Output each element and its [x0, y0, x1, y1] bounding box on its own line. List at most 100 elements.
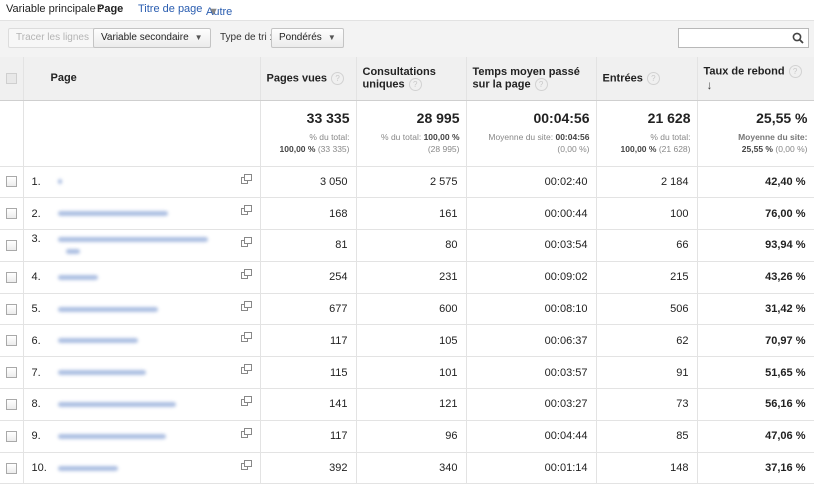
secondary-dimension-label: Variable secondaire	[101, 32, 189, 43]
page-link[interactable]	[57, 179, 62, 185]
row-checkbox[interactable]	[5, 303, 17, 315]
total-time-avg: 00:04:56	[555, 131, 590, 142]
row-index: 6.	[31, 334, 41, 347]
row-checkbox[interactable]	[5, 239, 17, 251]
bounce-cell: 93,94 %	[697, 229, 814, 262]
col-header-pageviews[interactable]: Pages vues?	[260, 57, 357, 101]
bounce-cell: 43,26 %	[697, 261, 814, 294]
open-external-icon[interactable]	[240, 173, 252, 184]
bounce-cell: 76,00 %	[697, 197, 814, 231]
table-search-input[interactable]	[678, 28, 809, 48]
bounce-cell: 47,06 %	[697, 420, 814, 453]
page-link[interactable]	[57, 306, 158, 312]
open-external-icon[interactable]	[240, 364, 252, 375]
pageviews-cell: 677	[260, 293, 357, 326]
sort-type-label: Type de tri :	[220, 32, 273, 43]
open-external-icon[interactable]	[240, 396, 252, 407]
row-checkbox[interactable]	[5, 430, 17, 442]
entrances-cell: 100	[596, 197, 698, 231]
table-row[interactable]: 6. 117 105 00:06:37 62 70,97 %	[0, 324, 814, 358]
row-index: 8.	[31, 398, 41, 411]
table-row[interactable]: 3. 81 80 00:03:54 66 93,94 %	[0, 229, 814, 262]
help-icon[interactable]: ?	[788, 64, 802, 78]
table-row[interactable]: 4. 254 231 00:09:02 215 43,26 %	[0, 261, 814, 294]
open-external-icon[interactable]	[240, 459, 252, 470]
total-unique-pct-label: % du total:	[381, 131, 422, 142]
table-row[interactable]: 1. 3 050 2 575 00:02:40 2 184 42,40 %	[0, 166, 814, 199]
row-index: 9.	[31, 430, 41, 443]
plot-rows-button[interactable]: Tracer les lignes	[8, 28, 97, 48]
chevron-down-icon: ▼	[327, 33, 336, 42]
page-link[interactable]	[57, 338, 138, 344]
row-checkbox[interactable]	[5, 271, 17, 283]
data-table: Page Pages vues? Consultations uniques? …	[0, 57, 814, 485]
help-icon[interactable]: ?	[408, 77, 422, 91]
totals-row: 33 335 % du total: 100,00 % (33 335) 28 …	[0, 100, 814, 167]
chevron-down-icon: ▼	[194, 33, 203, 42]
sort-type-value: Pondérés	[279, 32, 322, 43]
row-checkbox[interactable]	[5, 398, 17, 410]
open-external-icon[interactable]	[240, 268, 252, 279]
row-checkbox[interactable]	[5, 367, 17, 379]
row-checkbox[interactable]	[5, 176, 17, 188]
col-header-unique-label: Consultations uniques	[362, 65, 436, 91]
page-link-wrap[interactable]	[65, 249, 80, 255]
total-time-avg-label: Moyenne du site:	[488, 131, 554, 142]
col-header-time[interactable]: Temps moyen passé sur la page?	[466, 57, 597, 101]
help-icon[interactable]: ?	[534, 77, 548, 91]
unique-cell: 340	[356, 452, 467, 485]
row-checkbox[interactable]	[5, 335, 17, 347]
select-all-cell	[0, 57, 24, 101]
page-link[interactable]	[57, 433, 166, 439]
page-cell: 4.	[23, 261, 261, 294]
time-cell: 00:03:57	[466, 356, 597, 390]
table-row[interactable]: 2. 168 161 00:00:44 100 76,00 %	[0, 197, 814, 231]
page-link[interactable]	[57, 370, 146, 376]
select-all-checkbox[interactable]	[5, 72, 17, 84]
row-checkbox[interactable]	[5, 208, 17, 220]
page-link[interactable]	[57, 211, 168, 217]
bounce-cell: 51,65 %	[697, 356, 814, 390]
entrances-cell: 66	[596, 229, 698, 262]
total-entrances-pct-line: 100,00 % (21 628)	[601, 143, 691, 155]
help-icon[interactable]: ?	[646, 71, 660, 85]
page-cell: 3.	[23, 229, 261, 262]
total-pageviews-value: 33 335	[306, 109, 350, 126]
row-index: 10.	[31, 462, 47, 475]
dimension-page-title-link[interactable]: Titre de page	[138, 3, 202, 15]
open-external-icon[interactable]	[240, 205, 252, 216]
open-external-icon[interactable]	[240, 427, 252, 438]
page-link[interactable]	[57, 402, 176, 408]
page-link[interactable]	[57, 237, 208, 243]
secondary-dimension-dropdown[interactable]: Variable secondaire ▼	[93, 28, 211, 48]
col-header-unique[interactable]: Consultations uniques?	[356, 57, 467, 101]
row-index: 1.	[31, 175, 41, 188]
page-link[interactable]	[57, 274, 98, 280]
col-header-entrances-label: Entrées	[602, 72, 643, 85]
table-row[interactable]: 7. 115 101 00:03:57 91 51,65 %	[0, 356, 814, 390]
dimension-page-active[interactable]: Page	[97, 3, 123, 15]
page-link[interactable]	[57, 465, 118, 471]
table-row[interactable]: 9. 117 96 00:04:44 85 47,06 %	[0, 420, 814, 453]
open-external-icon[interactable]	[240, 237, 252, 248]
entrances-cell: 2 184	[596, 166, 698, 199]
table-row[interactable]: 10. 392 340 00:01:14 148 37,16 %	[0, 452, 814, 485]
help-icon[interactable]: ?	[331, 71, 345, 85]
open-external-icon[interactable]	[240, 332, 252, 343]
col-header-bounce[interactable]: Taux de rebond ? ↓	[697, 57, 814, 101]
col-header-time-label: Temps moyen passé sur la page	[472, 65, 580, 91]
table-row[interactable]: 5. 677 600 00:08:10 506 31,42 %	[0, 293, 814, 326]
col-header-entrances[interactable]: Entrées?	[596, 57, 698, 101]
table-row[interactable]: 8. 141 121 00:03:27 73 56,16 %	[0, 388, 814, 421]
total-bounce-avg-label: Moyenne du site:	[738, 131, 808, 142]
entrances-cell: 148	[596, 452, 698, 485]
totals-page-cell	[23, 100, 261, 167]
total-bounce-value: 25,55 %	[756, 109, 808, 126]
col-header-page[interactable]: Page	[23, 57, 261, 101]
row-checkbox[interactable]	[5, 462, 17, 474]
sort-type-dropdown[interactable]: Pondérés ▼	[271, 28, 344, 48]
sort-descending-icon[interactable]: ↓	[707, 78, 713, 92]
open-external-icon[interactable]	[240, 300, 252, 311]
search-icon[interactable]	[792, 32, 804, 44]
table-header-row: Page Pages vues? Consultations uniques? …	[0, 57, 814, 101]
